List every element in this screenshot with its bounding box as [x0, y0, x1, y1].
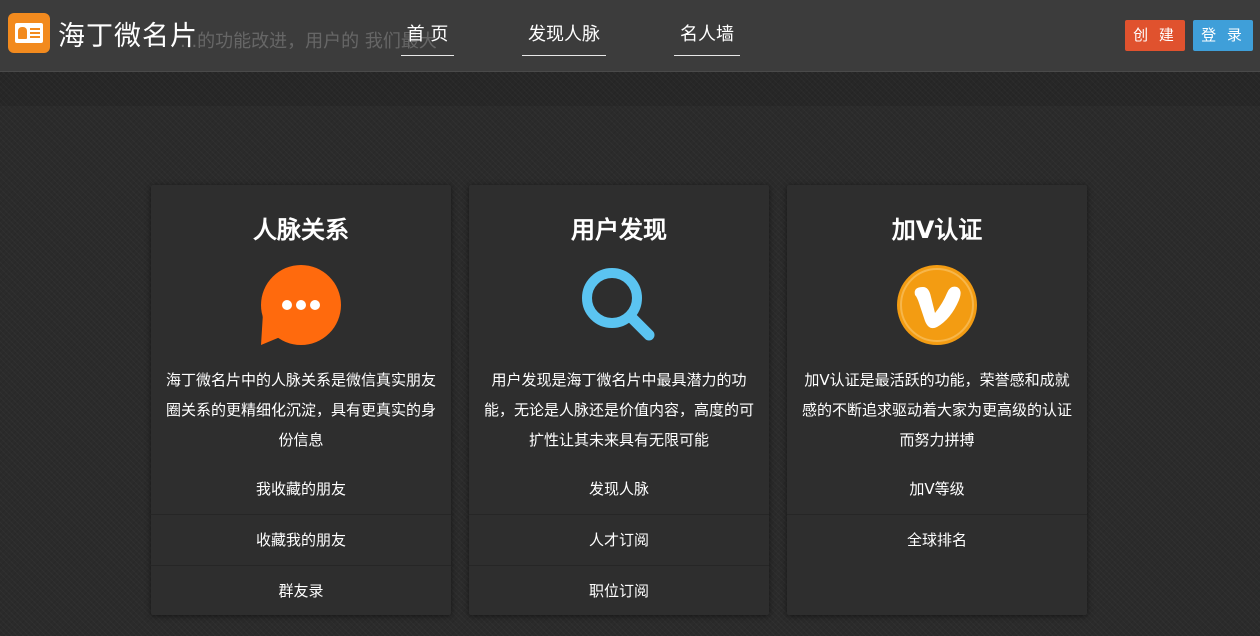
brand-name: 海丁微名片 [58, 20, 198, 52]
card-description: 用户发现是海丁微名片中最具潜力的功能，无论是人脉还是价值内容，高度的可扩性让其未… [483, 371, 754, 449]
card-description: 加V认证是最活跃的功能，荣誉感和成就感的不断追求驱动着大家为更高级的认证而努力拼… [801, 371, 1072, 449]
feature-card-discovery: 用户发现 用户发现是海丁微名片中最具潜力的功能，无论是人脉还是价值内容，高度的可… [469, 185, 769, 615]
login-button[interactable]: 登 录 [1193, 20, 1253, 51]
brand-logo-link[interactable]: 海丁微名片 [8, 13, 198, 53]
card-title: 加V认证 [891, 216, 983, 244]
card-title: 人脉关系 [253, 216, 349, 244]
card-title: 用户发现 [571, 216, 667, 244]
feature-card-verification: 加V认证 加V认证是最活跃的功能，荣誉感和成就感的不断追求驱动着大家为更高级的认… [787, 185, 1087, 615]
link-my-favorite-friends[interactable]: 我收藏的朋友 [151, 464, 451, 515]
create-button[interactable]: 创 建 [1125, 20, 1185, 51]
link-job-subscription[interactable]: 职位订阅 [469, 566, 769, 617]
top-navigation-bar: ...的功能改进，用户的 我们最大 海丁微名片 首 页 发现人脉 名人墙 创 建… [0, 0, 1260, 72]
link-group-directory[interactable]: 群友录 [151, 566, 451, 617]
nav-celebrity-wall[interactable]: 名人墙 [674, 20, 740, 56]
feature-card-contacts: 人脉关系 海丁微名片中的人脉关系是微信真实朋友圈关系的更精细化沉淀，具有更真实的… [151, 185, 451, 615]
card-description: 海丁微名片中的人脉关系是微信真实朋友圈关系的更精细化沉淀，具有更真实的身份信息 [165, 371, 436, 449]
link-global-ranking[interactable]: 全球排名 [787, 515, 1087, 566]
link-v-level[interactable]: 加V等级 [787, 464, 1087, 515]
business-card-logo-icon [8, 13, 50, 53]
banner-ghost-text: ...的功能改进，用户的 我们最大 [180, 31, 437, 52]
card-link-list: 发现人脉 人才订阅 职位订阅 [469, 464, 769, 617]
vip-badge-icon [897, 265, 977, 345]
chat-bubble-icon [261, 265, 341, 345]
card-link-list: 加V等级 全球排名 [787, 464, 1087, 566]
banner-strip [0, 72, 1260, 106]
card-link-list: 我收藏的朋友 收藏我的朋友 群友录 [151, 464, 451, 617]
nav-discover-contacts[interactable]: 发现人脉 [522, 20, 606, 56]
link-talent-subscription[interactable]: 人才订阅 [469, 515, 769, 566]
link-friends-who-favorited-me[interactable]: 收藏我的朋友 [151, 515, 451, 566]
search-icon [579, 265, 659, 345]
link-discover-contacts[interactable]: 发现人脉 [469, 464, 769, 515]
nav-home[interactable]: 首 页 [401, 20, 454, 56]
